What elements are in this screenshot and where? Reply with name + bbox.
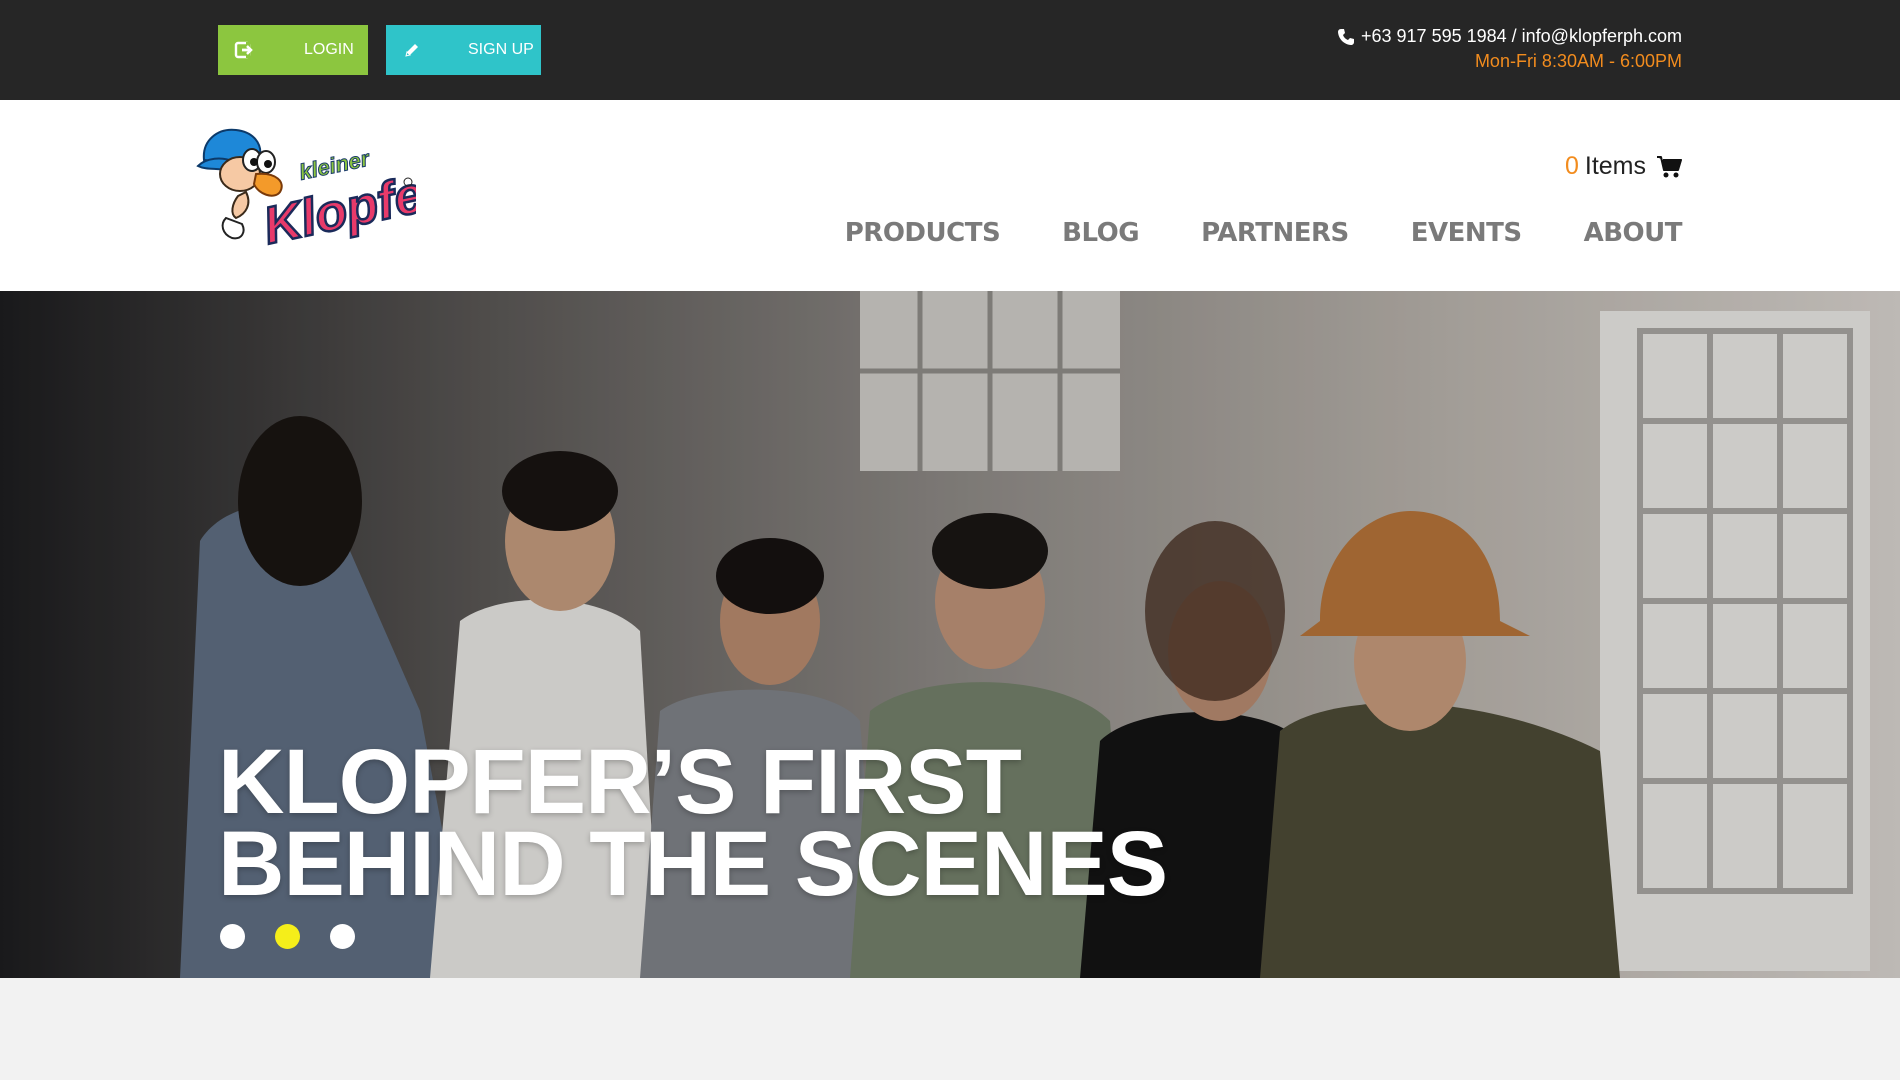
klopfer-logo[interactable]: kleiner Klopfer	[196, 122, 416, 267]
hero-title: KLOPFER’S FIRST BEHIND THE SCENES	[218, 731, 1168, 915]
hero-title-line2: BEHIND THE SCENES	[218, 813, 1168, 915]
nav-partners[interactable]: PARTNERS	[1201, 218, 1349, 248]
slider-dot-1[interactable]	[220, 924, 245, 949]
contact-info: +63 917 595 1984 / info@klopferph.com Mo…	[1337, 24, 1682, 74]
contact-text[interactable]: +63 917 595 1984 / info@klopferph.com	[1361, 24, 1682, 49]
shopping-cart-icon	[1657, 155, 1682, 177]
site-header: kleiner Klopfer 0 Items PRODUCTS BLOG PA…	[0, 100, 1900, 291]
login-button[interactable]: LOGIN	[218, 25, 368, 75]
slider-dot-3[interactable]	[330, 924, 355, 949]
nav-products[interactable]: PRODUCTS	[845, 218, 1001, 248]
signup-button[interactable]: SIGN UP	[386, 25, 541, 75]
main-nav: PRODUCTS BLOG PARTNERS EVENTS ABOUT	[845, 218, 1683, 248]
nav-blog[interactable]: BLOG	[1062, 218, 1139, 248]
sign-in-icon	[234, 41, 253, 59]
nav-about[interactable]: ABOUT	[1584, 218, 1683, 248]
top-bar: LOGIN SIGN UP +63 917 595 1984 / info@kl…	[0, 0, 1900, 100]
pencil-icon	[405, 44, 418, 57]
cart-count: 0	[1564, 152, 1579, 180]
contact-line-phone-email: +63 917 595 1984 / info@klopferph.com	[1337, 24, 1682, 49]
slider-dots	[220, 924, 355, 949]
login-label: LOGIN	[304, 41, 354, 58]
cart-label: Items	[1584, 152, 1646, 180]
hero-slider[interactable]: KLOPFER’S FIRST BEHIND THE SCENES	[0, 291, 1900, 978]
hero-title-line1: KLOPFER’S FIRST	[218, 731, 1022, 833]
office-hours: Mon-Fri 8:30AM - 6:00PM	[1474, 51, 1682, 71]
nav-events[interactable]: EVENTS	[1411, 218, 1522, 248]
slider-dot-2[interactable]	[275, 924, 300, 949]
content-area	[0, 978, 1900, 1080]
phone-icon	[1338, 28, 1354, 45]
cart-summary[interactable]: 0 Items	[1565, 152, 1682, 181]
signup-label: SIGN UP	[468, 41, 534, 58]
